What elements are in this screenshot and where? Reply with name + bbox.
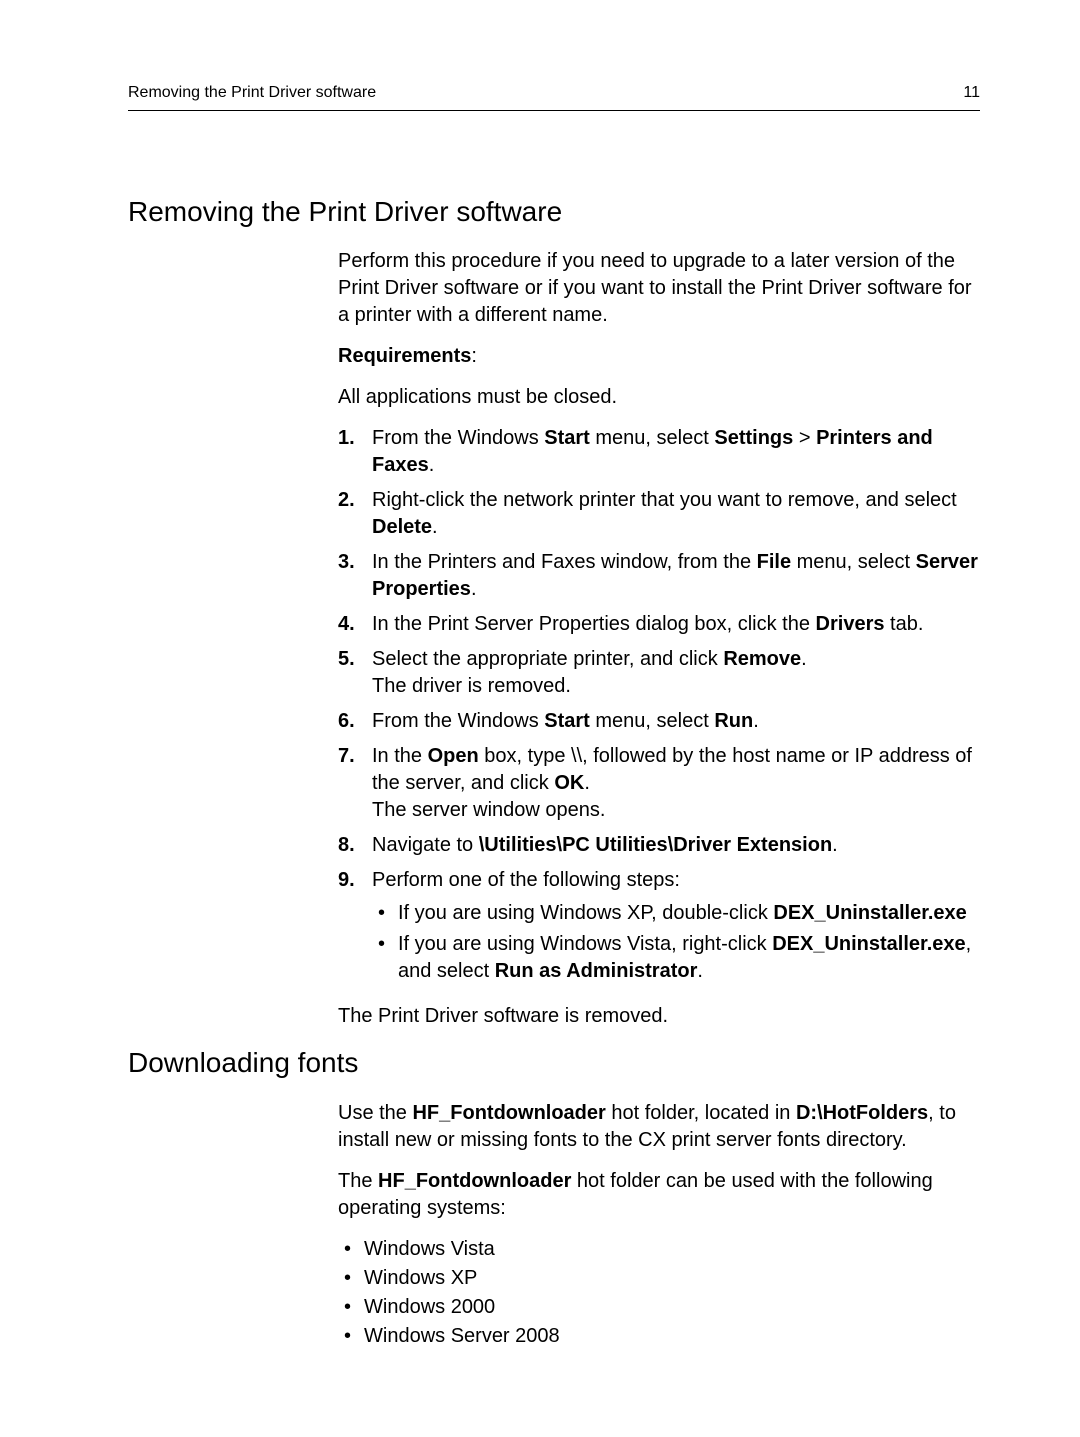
running-header: Removing the Print Driver software 11 [128,82,980,111]
list-item: Windows Server 2008 [338,1323,980,1350]
requirements-line: Requirements: [338,343,980,370]
text: . [471,578,477,600]
text: Navigate to [372,834,479,856]
bold: File [757,551,791,573]
bold: Settings [714,427,793,449]
text: > [793,427,816,449]
bold: Run [714,710,753,732]
requirements-text: All applications must be closed. [338,384,980,411]
list-item: Windows 2000 [338,1294,980,1321]
text: Use the [338,1102,412,1124]
text: Select the appropriate printer, and clic… [372,648,723,670]
substep-xp: If you are using Windows XP, double-clic… [372,900,980,927]
text: If you are using Windows XP, double-clic… [398,902,773,924]
text: In the Printers and Faxes window, from t… [372,551,757,573]
bold: DEX_Uninstaller.exe [772,933,965,955]
text: . [584,772,590,794]
text: hot folder, located in [606,1102,796,1124]
step-4: In the Print Server Properties dialog bo… [338,611,980,638]
list-item: Windows Vista [338,1236,980,1263]
fonts-p2: The HF_Fontdownloader hot folder can be … [338,1168,980,1222]
text: menu, select [590,710,715,732]
procedure-steps: From the Windows Start menu, select Sett… [338,425,980,985]
fonts-p1: Use the HF_Fontdownloader hot folder, lo… [338,1100,980,1154]
bold: Start [544,710,590,732]
section-heading-removing: Removing the Print Driver software [128,193,980,231]
text: . [753,710,759,732]
outro-paragraph: The Print Driver software is removed. [338,1003,980,1030]
text: The driver is removed. [372,675,571,697]
text: menu, select [791,551,916,573]
step-9-substeps: If you are using Windows XP, double-clic… [372,900,980,985]
text: From the Windows [372,427,544,449]
os-list: Windows Vista Windows XP Windows 2000 Wi… [338,1236,980,1350]
section1-body: Perform this procedure if you need to up… [338,248,980,1030]
section2-body: Use the HF_Fontdownloader hot folder, lo… [338,1100,980,1350]
bold: Drivers [816,613,885,635]
text: . [697,960,703,982]
bold: Run as Administrator [495,960,698,982]
step-7: In the Open box, type \\, followed by th… [338,743,980,824]
bold: OK [554,772,584,794]
list-item: Windows XP [338,1265,980,1292]
bold: \Utilities\PC Utilities\Driver Extension [479,834,832,856]
bold: DEX_Uninstaller.exe [773,902,966,924]
text: Right-click the network printer that you… [372,489,957,511]
step-5: Select the appropriate printer, and clic… [338,646,980,700]
step-9: Perform one of the following steps: If y… [338,867,980,985]
text: menu, select [590,427,715,449]
step-3: In the Printers and Faxes window, from t… [338,549,980,603]
text: . [429,454,435,476]
bold: Open [428,745,479,767]
bold: HF_Fontdownloader [412,1102,605,1124]
requirements-label: Requirements [338,345,471,367]
bold: D:\HotFolders [796,1102,928,1124]
text: The [338,1170,378,1192]
page: Removing the Print Driver software 11 Re… [0,0,1080,1392]
step-8: Navigate to \Utilities\PC Utilities\Driv… [338,832,980,859]
text: In the [372,745,428,767]
text: In the Print Server Properties dialog bo… [372,613,816,635]
bold: Delete [372,516,432,538]
page-number: 11 [963,82,980,104]
section-heading-fonts: Downloading fonts [128,1044,980,1082]
text: tab. [884,613,923,635]
step-6: From the Windows Start menu, select Run. [338,708,980,735]
bold: Remove [723,648,801,670]
intro-paragraph: Perform this procedure if you need to up… [338,248,980,329]
text: If you are using Windows Vista, right-cl… [398,933,772,955]
text: . [432,516,438,538]
text: . [832,834,838,856]
text: . [801,648,807,670]
text: From the Windows [372,710,544,732]
step-2: Right-click the network printer that you… [338,487,980,541]
text: Perform one of the following steps: [372,869,680,891]
bold: Start [544,427,590,449]
substep-vista: If you are using Windows Vista, right-cl… [372,931,980,985]
bold: HF_Fontdownloader [378,1170,571,1192]
step-1: From the Windows Start menu, select Sett… [338,425,980,479]
header-title: Removing the Print Driver software [128,82,376,104]
text: The server window opens. [372,799,605,821]
